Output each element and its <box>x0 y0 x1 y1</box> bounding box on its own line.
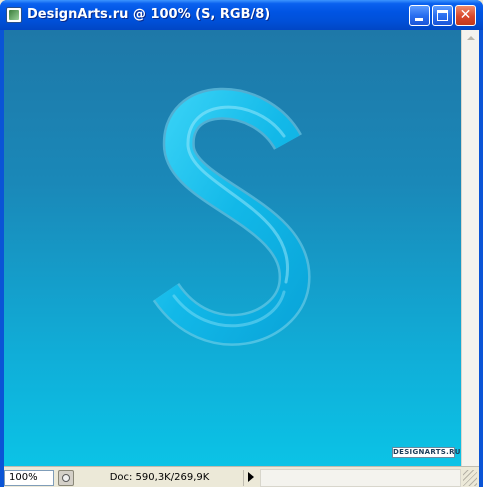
status-bar: 100% Doc: 590,3K/269,9K <box>4 466 479 487</box>
window-title: DesignArts.ru @ 100% (S, RGB/8) <box>27 7 271 22</box>
close-icon: ✕ <box>459 7 472 23</box>
zoom-level-field[interactable]: 100% <box>4 470 54 486</box>
vertical-scrollbar[interactable] <box>461 30 479 466</box>
document-window: DesignArts.ru @ 100% (S, RGB/8) ✕ DESIGN… <box>0 0 483 487</box>
minimize-button[interactable] <box>409 5 430 26</box>
history-clock-icon <box>62 474 70 482</box>
document-size-info: Doc: 590,3K/269,9K <box>76 470 244 486</box>
status-menu-arrow-icon[interactable] <box>248 472 254 482</box>
history-button[interactable] <box>58 470 74 486</box>
chevron-up-icon <box>467 36 475 40</box>
document-icon-glyph <box>9 10 19 20</box>
resize-grip[interactable] <box>463 470 477 486</box>
maximize-icon <box>437 10 448 21</box>
scroll-up-button[interactable] <box>463 31 478 46</box>
document-icon[interactable] <box>6 7 22 23</box>
letter-s-artwork <box>152 87 311 346</box>
close-button[interactable]: ✕ <box>455 5 476 26</box>
watermark-logo: DESIGNARTS.RU <box>392 447 461 458</box>
image-canvas[interactable]: DESIGNARTS.RU <box>4 30 461 466</box>
horizontal-scrollbar[interactable] <box>260 469 461 487</box>
minimize-icon <box>415 18 423 21</box>
maximize-button[interactable] <box>432 5 453 26</box>
title-bar[interactable]: DesignArts.ru @ 100% (S, RGB/8) ✕ <box>0 0 483 30</box>
window-frame-right <box>479 30 483 487</box>
